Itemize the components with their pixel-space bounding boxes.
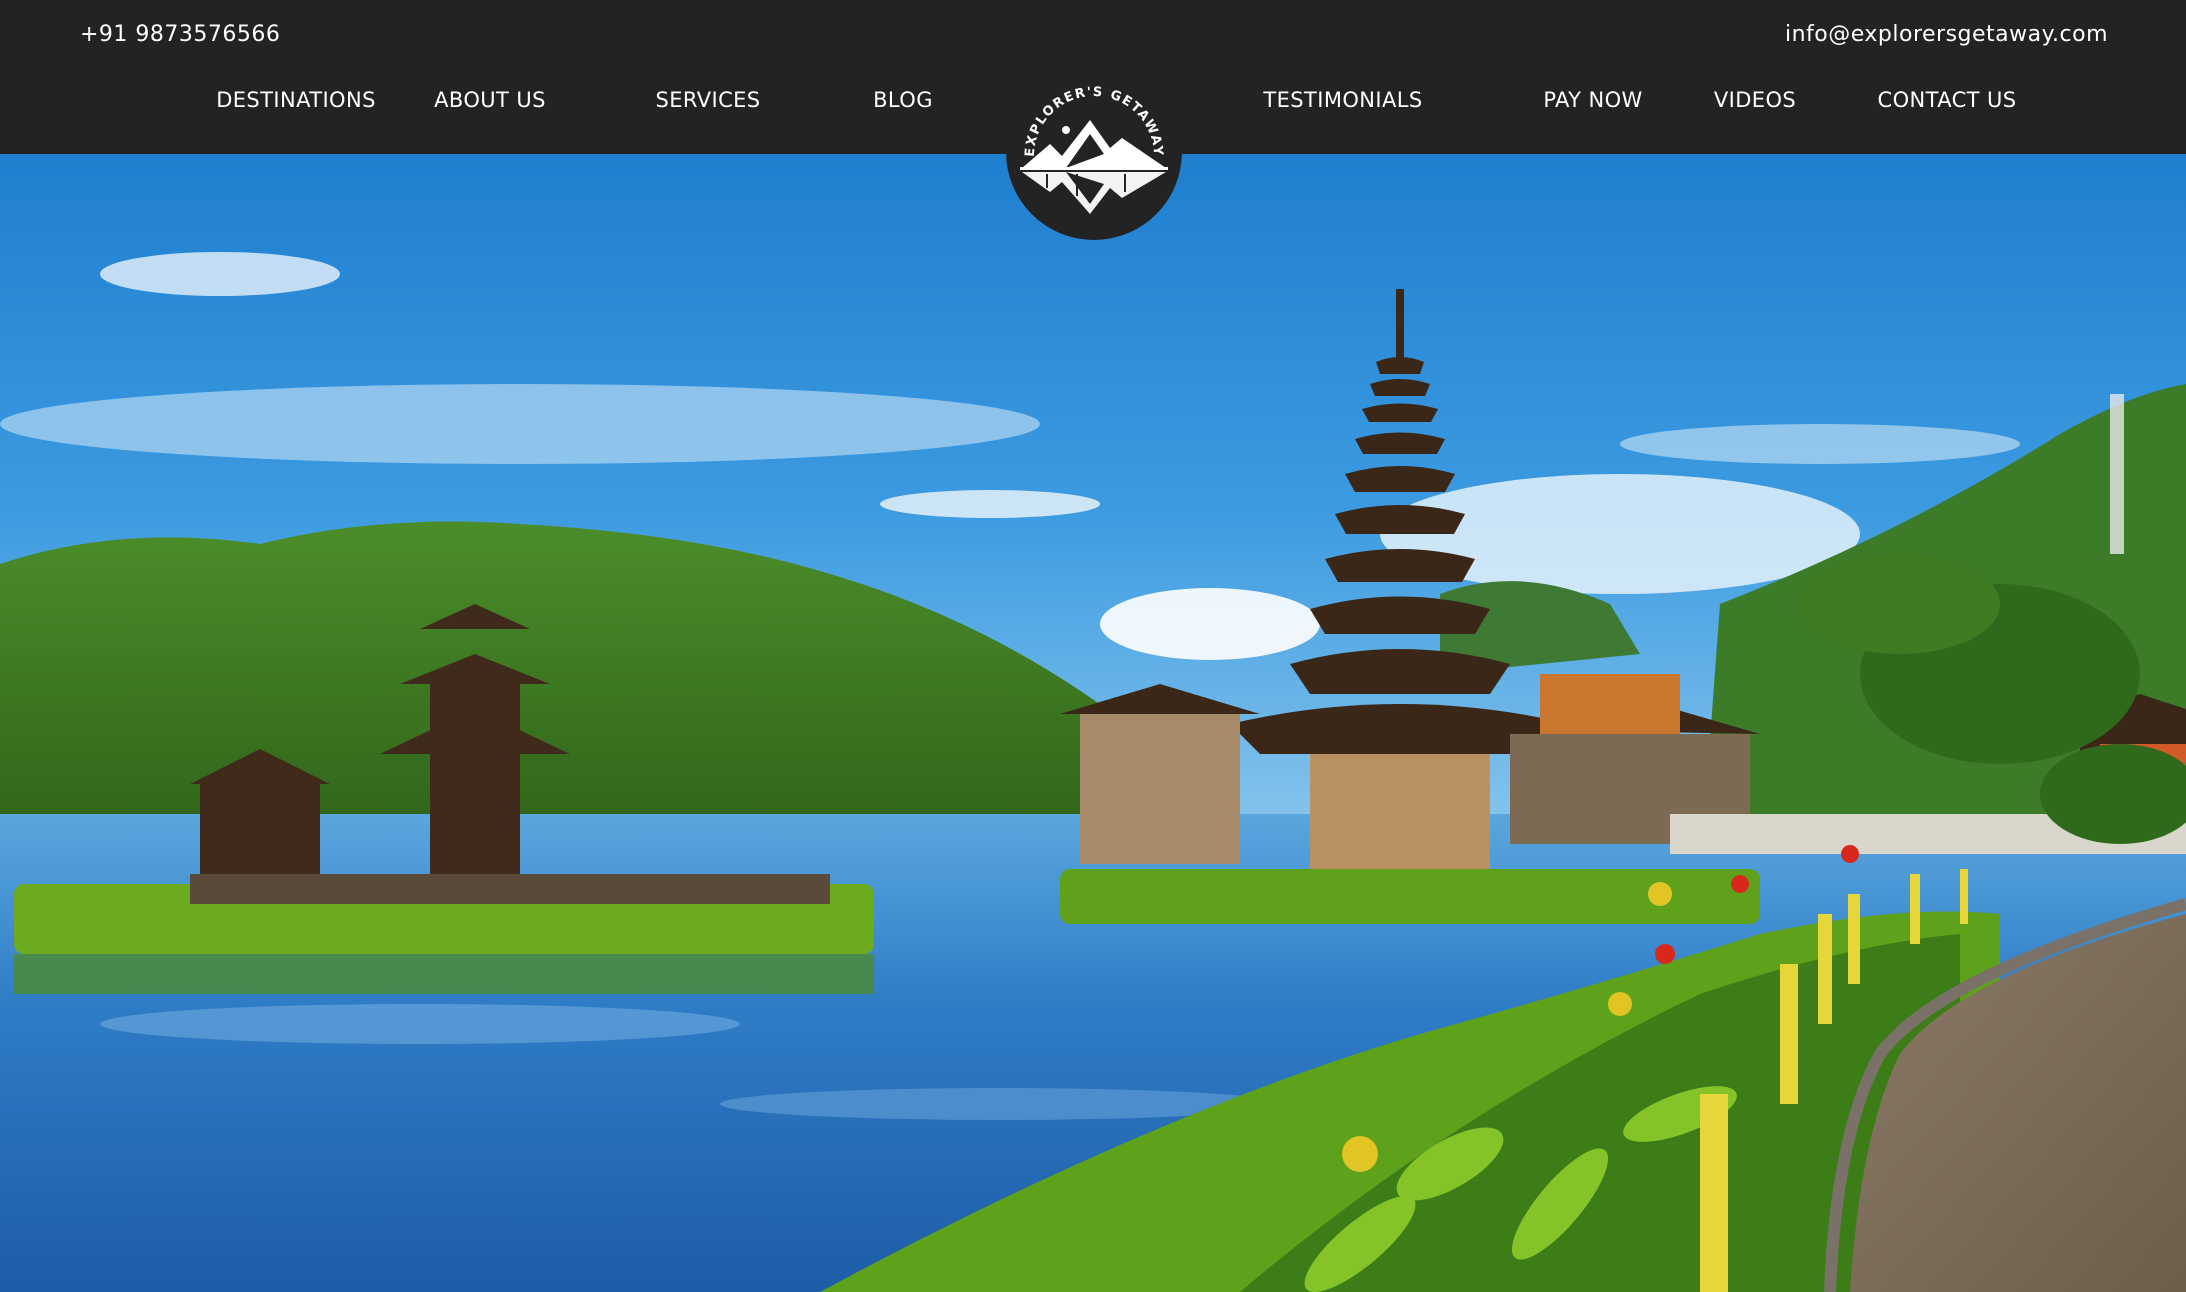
hero-banner — [0, 154, 2186, 1292]
nav-destinations[interactable]: DESTINATIONS — [216, 88, 376, 112]
nav-contact-us[interactable]: CONTACT US — [1878, 88, 2017, 112]
nav-videos[interactable]: VIDEOS — [1714, 88, 1796, 112]
nav-services[interactable]: SERVICES — [655, 88, 760, 112]
site-logo[interactable]: EXPLORER'S GETAWAY — [1006, 64, 1182, 240]
nav-pay-now[interactable]: PAY NOW — [1543, 88, 1642, 112]
nav-about-us[interactable]: ABOUT US — [434, 88, 546, 112]
nav-blog[interactable]: BLOG — [873, 88, 933, 112]
nav-testimonials[interactable]: TESTIMONIALS — [1263, 88, 1422, 112]
email-link[interactable]: info@explorersgetaway.com — [1785, 22, 2108, 47]
phone-link[interactable]: +91 9873576566 — [80, 22, 280, 47]
bali-lake-temple-photo — [0, 154, 2186, 1292]
